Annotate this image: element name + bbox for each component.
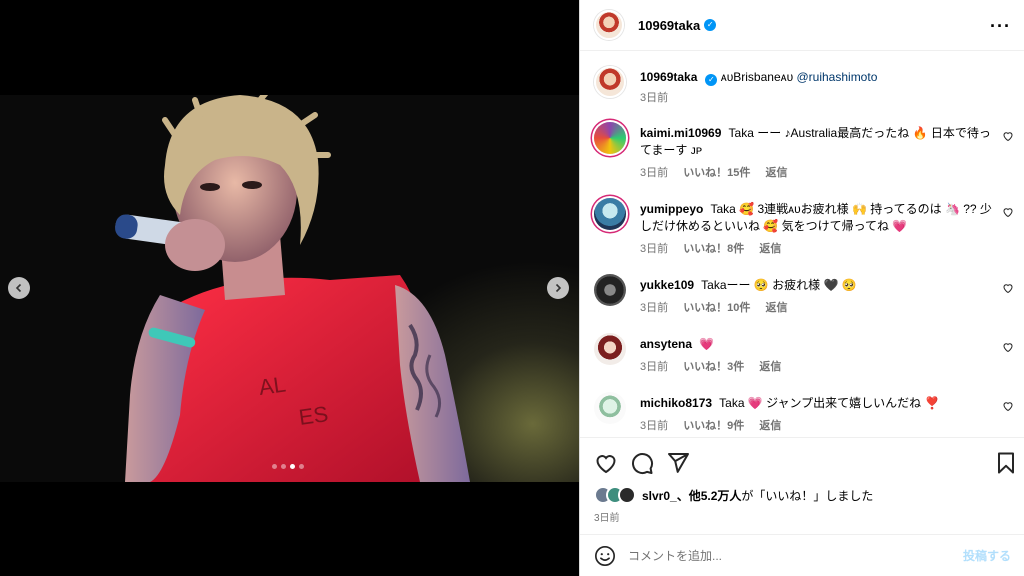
post-comment-button[interactable]: 投稿する bbox=[963, 547, 1011, 564]
caption-mention-link[interactable]: @ruihashimoto bbox=[796, 70, 877, 84]
commenter-avatar[interactable] bbox=[594, 198, 626, 230]
reply-button[interactable]: 返信 bbox=[759, 361, 781, 373]
comment-likes-count[interactable]: いいね！8件 bbox=[683, 243, 744, 255]
post-media: AL ES bbox=[0, 0, 579, 576]
previous-image-button[interactable] bbox=[8, 277, 30, 299]
comment-username[interactable]: yumippeyo bbox=[640, 202, 703, 216]
comment-text: Taka 💗 ジャンプ出来て嬉しいんだね ❣️ bbox=[719, 396, 940, 410]
comment-time[interactable]: 3日前 bbox=[640, 420, 668, 432]
reply-button[interactable]: 返信 bbox=[766, 302, 788, 314]
liked-by-username[interactable]: slvr0_ bbox=[642, 489, 677, 503]
comment-likes-count[interactable]: いいね！9件 bbox=[683, 420, 744, 432]
carousel-indicator bbox=[272, 464, 304, 469]
comment-username[interactable]: ansytena bbox=[640, 337, 692, 351]
next-image-button[interactable] bbox=[547, 277, 569, 299]
comment-text: Takaーー 🥺 お疲れ様 🖤 🥺 bbox=[701, 278, 857, 292]
chevron-left-icon bbox=[15, 283, 22, 293]
comment-time[interactable]: 3日前 bbox=[640, 361, 668, 373]
heart-icon[interactable] bbox=[594, 451, 618, 475]
commenter-avatar[interactable] bbox=[594, 122, 626, 154]
comment-username[interactable]: yukke109 bbox=[640, 278, 694, 292]
comment-likes-count[interactable]: いいね！10件 bbox=[683, 302, 750, 314]
post-actions: slvr0_、他5.2万人が「いいね！」しました 3日前 bbox=[580, 437, 1024, 537]
heart-icon[interactable] bbox=[1002, 282, 1014, 294]
caption-username[interactable]: 10969taka bbox=[640, 70, 697, 84]
liker-avatar bbox=[618, 486, 636, 504]
caption-time[interactable]: 3日前 bbox=[640, 92, 668, 104]
post-header: 10969taka ✓ ··· bbox=[580, 0, 1024, 51]
author-avatar[interactable] bbox=[594, 10, 624, 40]
heart-icon[interactable] bbox=[1002, 341, 1014, 353]
bookmark-icon[interactable] bbox=[994, 451, 1018, 475]
post-side-panel: 10969taka ✓ ··· 10969taka ✓ ᴀᴜBrisbaneᴀᴜ … bbox=[579, 0, 1024, 576]
share-icon[interactable] bbox=[666, 451, 690, 475]
author-username[interactable]: 10969taka bbox=[638, 18, 700, 33]
more-options-icon[interactable]: ··· bbox=[990, 16, 1011, 37]
comment-likes-count[interactable]: いいね！15件 bbox=[683, 167, 750, 179]
comment-time[interactable]: 3日前 bbox=[640, 302, 668, 314]
heart-icon[interactable] bbox=[1002, 206, 1014, 218]
carousel-dot bbox=[299, 464, 304, 469]
chevron-right-icon bbox=[555, 283, 562, 293]
comments-list[interactable]: 10969taka ✓ ᴀᴜBrisbaneᴀᴜ @ruihashimoto 3日… bbox=[580, 52, 1024, 436]
comment-likes-count[interactable]: いいね！3件 bbox=[683, 361, 744, 373]
carousel-dot bbox=[281, 464, 286, 469]
reply-button[interactable]: 返信 bbox=[766, 167, 788, 179]
comment-time[interactable]: 3日前 bbox=[640, 243, 668, 255]
comment-text: 💗 bbox=[699, 337, 715, 351]
liked-by-summary[interactable]: slvr0_、他5.2万人が「いいね！」しました bbox=[594, 486, 873, 504]
svg-text:AL: AL bbox=[257, 371, 287, 400]
liked-by-count[interactable]: 、他5.2万人 bbox=[677, 489, 742, 503]
comment-icon[interactable] bbox=[630, 451, 654, 475]
heart-icon[interactable] bbox=[1002, 130, 1014, 142]
heart-icon[interactable] bbox=[1002, 400, 1014, 412]
post-photo[interactable]: AL ES bbox=[0, 95, 579, 482]
commenter-avatar[interactable] bbox=[594, 333, 626, 365]
post-date[interactable]: 3日前 bbox=[594, 509, 620, 524]
author-avatar[interactable] bbox=[594, 66, 626, 98]
liked-by-suffix: が「いいね！」しました bbox=[741, 488, 874, 503]
caption-text: ᴀᴜBrisbaneᴀᴜ bbox=[720, 70, 794, 84]
verified-icon: ✓ bbox=[705, 74, 718, 86]
comment-input[interactable] bbox=[628, 548, 963, 563]
commenter-avatar[interactable] bbox=[594, 392, 626, 424]
comment-username[interactable]: michiko8173 bbox=[640, 396, 712, 410]
commenter-avatar[interactable] bbox=[594, 274, 626, 306]
svg-text:ES: ES bbox=[297, 401, 330, 430]
carousel-dot-active bbox=[290, 464, 295, 469]
reply-button[interactable]: 返信 bbox=[759, 420, 781, 432]
reply-button[interactable]: 返信 bbox=[759, 243, 781, 255]
add-comment-bar: 投稿する bbox=[580, 534, 1024, 576]
comment-username[interactable]: kaimi.mi10969 bbox=[640, 126, 721, 140]
comment-time[interactable]: 3日前 bbox=[640, 167, 668, 179]
verified-icon: ✓ bbox=[704, 19, 717, 31]
emoji-icon[interactable] bbox=[594, 545, 616, 567]
carousel-dot bbox=[272, 464, 277, 469]
